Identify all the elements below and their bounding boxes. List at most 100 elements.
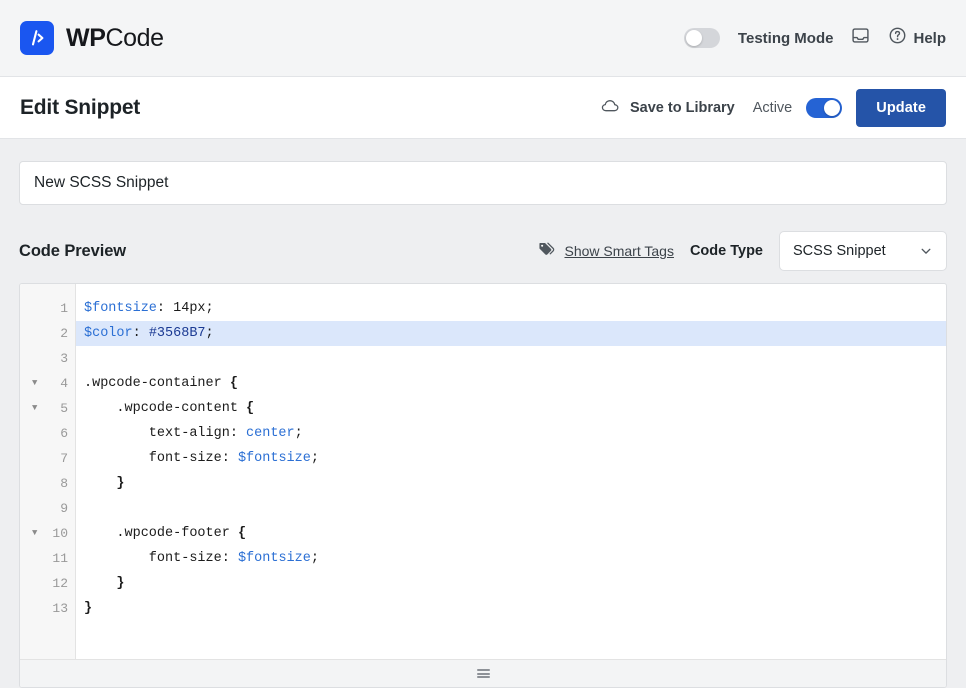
fold-arrow-icon[interactable]: ▼ <box>32 404 37 413</box>
code-line[interactable]: $color: #3568B7; <box>76 321 946 346</box>
code-token: { <box>229 376 238 391</box>
code-token: ; <box>205 326 214 341</box>
brand-wordmark: WPCode <box>66 24 164 53</box>
code-token: } <box>116 576 125 591</box>
inbox-icon <box>851 26 870 50</box>
code-line[interactable]: text-align: center; <box>76 421 946 446</box>
code-token: .wpcode-content <box>84 401 247 416</box>
update-button[interactable]: Update <box>856 88 946 127</box>
snippet-title-input[interactable] <box>19 161 947 205</box>
editor-code-area[interactable]: $fontsize: 14px; $color: #3568B7; .wpcode… <box>76 284 946 659</box>
testing-mode-label: Testing Mode <box>737 29 834 47</box>
code-token: ; <box>294 426 303 441</box>
inbox-button[interactable] <box>851 26 870 50</box>
gutter-line: ▼ 10 <box>20 521 75 546</box>
code-line[interactable]: } <box>76 596 946 621</box>
resize-grip-icon <box>476 669 490 678</box>
code-line[interactable]: $fontsize: 14px; <box>76 296 946 321</box>
line-number: 11 <box>52 551 68 566</box>
show-smart-tags-label: Show Smart Tags <box>564 243 674 259</box>
testing-mode-toggle[interactable] <box>683 28 720 48</box>
app-topbar: WPCode Testing Mode Help <box>0 0 966 77</box>
editor-resize-handle[interactable] <box>20 659 946 687</box>
code-type-select[interactable]: SCSS Snippet <box>779 231 947 271</box>
brand-bold-text: WP <box>66 23 106 52</box>
page-header-actions: Save to Library Active Update <box>601 88 946 127</box>
code-token: ; <box>205 301 214 316</box>
code-line[interactable] <box>76 496 946 521</box>
help-button[interactable]: Help <box>888 26 946 50</box>
code-token: $color <box>84 326 133 341</box>
save-to-library-button[interactable]: Save to Library <box>601 98 735 118</box>
gutter-line: 3 <box>20 346 75 371</box>
code-token: { <box>237 526 247 541</box>
help-label: Help <box>913 29 946 47</box>
save-to-library-label: Save to Library <box>629 99 735 116</box>
gutter-line: ▼ 5 <box>20 396 75 421</box>
code-token: .wpcode-footer <box>84 526 238 541</box>
code-line[interactable] <box>76 346 946 371</box>
fold-arrow-icon[interactable]: ▼ <box>32 529 37 538</box>
gutter-line: 13 <box>20 596 75 621</box>
show-smart-tags-button[interactable]: Show Smart Tags <box>538 241 674 262</box>
brand-regular-text: Code <box>105 23 164 52</box>
gutter-line: 9 <box>20 496 75 521</box>
line-number: 1 <box>60 301 68 316</box>
code-line[interactable]: .wpcode-footer { <box>76 521 946 546</box>
fold-arrow-icon[interactable]: ▼ <box>32 379 37 388</box>
code-token: ; <box>310 551 319 566</box>
line-number: 4 <box>60 376 68 391</box>
code-token: #3568B7 <box>148 326 206 341</box>
brand-logo[interactable]: WPCode <box>20 21 164 55</box>
code-editor: 1 2 3 ▼ 4 ▼ 5 6 7 8 9 ▼ 10 11 12 13 $fontsize: 14px; $co… <box>19 283 947 688</box>
active-label: Active <box>752 99 793 116</box>
line-number: 6 <box>60 426 68 441</box>
code-line[interactable]: font-size: $fontsize; <box>76 446 946 471</box>
code-token: .wpcode-container <box>84 376 230 391</box>
gutter-line: 6 <box>20 421 75 446</box>
gutter-line: 7 <box>20 446 75 471</box>
line-number: 12 <box>52 576 68 591</box>
gutter-line: 1 <box>20 296 75 321</box>
editor-gutter: 1 2 3 ▼ 4 ▼ 5 6 7 8 9 ▼ 10 11 12 13 <box>20 284 76 659</box>
code-token: { <box>246 401 255 416</box>
code-line[interactable]: } <box>76 571 946 596</box>
code-token: center <box>246 426 295 441</box>
code-token: font-size: <box>84 551 238 566</box>
code-token: } <box>84 601 93 616</box>
line-number: 5 <box>60 401 68 416</box>
line-number: 13 <box>52 601 68 616</box>
tags-icon <box>538 241 556 262</box>
line-number: 8 <box>60 476 68 491</box>
active-toggle[interactable] <box>806 97 843 118</box>
line-number: 2 <box>60 326 68 341</box>
code-token: : <box>132 326 149 341</box>
line-number: 3 <box>60 351 68 366</box>
question-circle-icon <box>888 26 907 50</box>
main-content: Code Preview Show Smart Tags Code Type S… <box>0 139 966 688</box>
code-editor-body[interactable]: 1 2 3 ▼ 4 ▼ 5 6 7 8 9 ▼ 10 11 12 13 $fontsize: 14px; $co… <box>20 284 946 659</box>
gutter-line: ▼ 4 <box>20 371 75 396</box>
code-token: font-size: <box>84 451 238 466</box>
gutter-line: 2 <box>20 321 75 346</box>
code-line[interactable]: font-size: $fontsize; <box>76 546 946 571</box>
line-number: 9 <box>60 501 68 516</box>
code-token: $fontsize <box>237 551 311 566</box>
cloud-icon <box>601 98 621 118</box>
code-line[interactable]: } <box>76 471 946 496</box>
gutter-line: 8 <box>20 471 75 496</box>
gutter-line: 12 <box>20 571 75 596</box>
line-number: 10 <box>52 526 68 541</box>
code-token: $fontsize <box>237 451 311 466</box>
code-type-select-wrap: SCSS Snippet <box>779 231 947 271</box>
page-header: Edit Snippet Save to Library Active Upda… <box>0 77 966 139</box>
gutter-line: 11 <box>20 546 75 571</box>
code-line[interactable]: .wpcode-content { <box>76 396 946 421</box>
code-preview-heading: Code Preview <box>19 241 127 260</box>
code-token: : <box>156 301 174 316</box>
code-type-label: Code Type <box>689 243 763 259</box>
code-line[interactable]: .wpcode-container { <box>76 371 946 396</box>
wpcode-logo-icon <box>20 21 54 55</box>
